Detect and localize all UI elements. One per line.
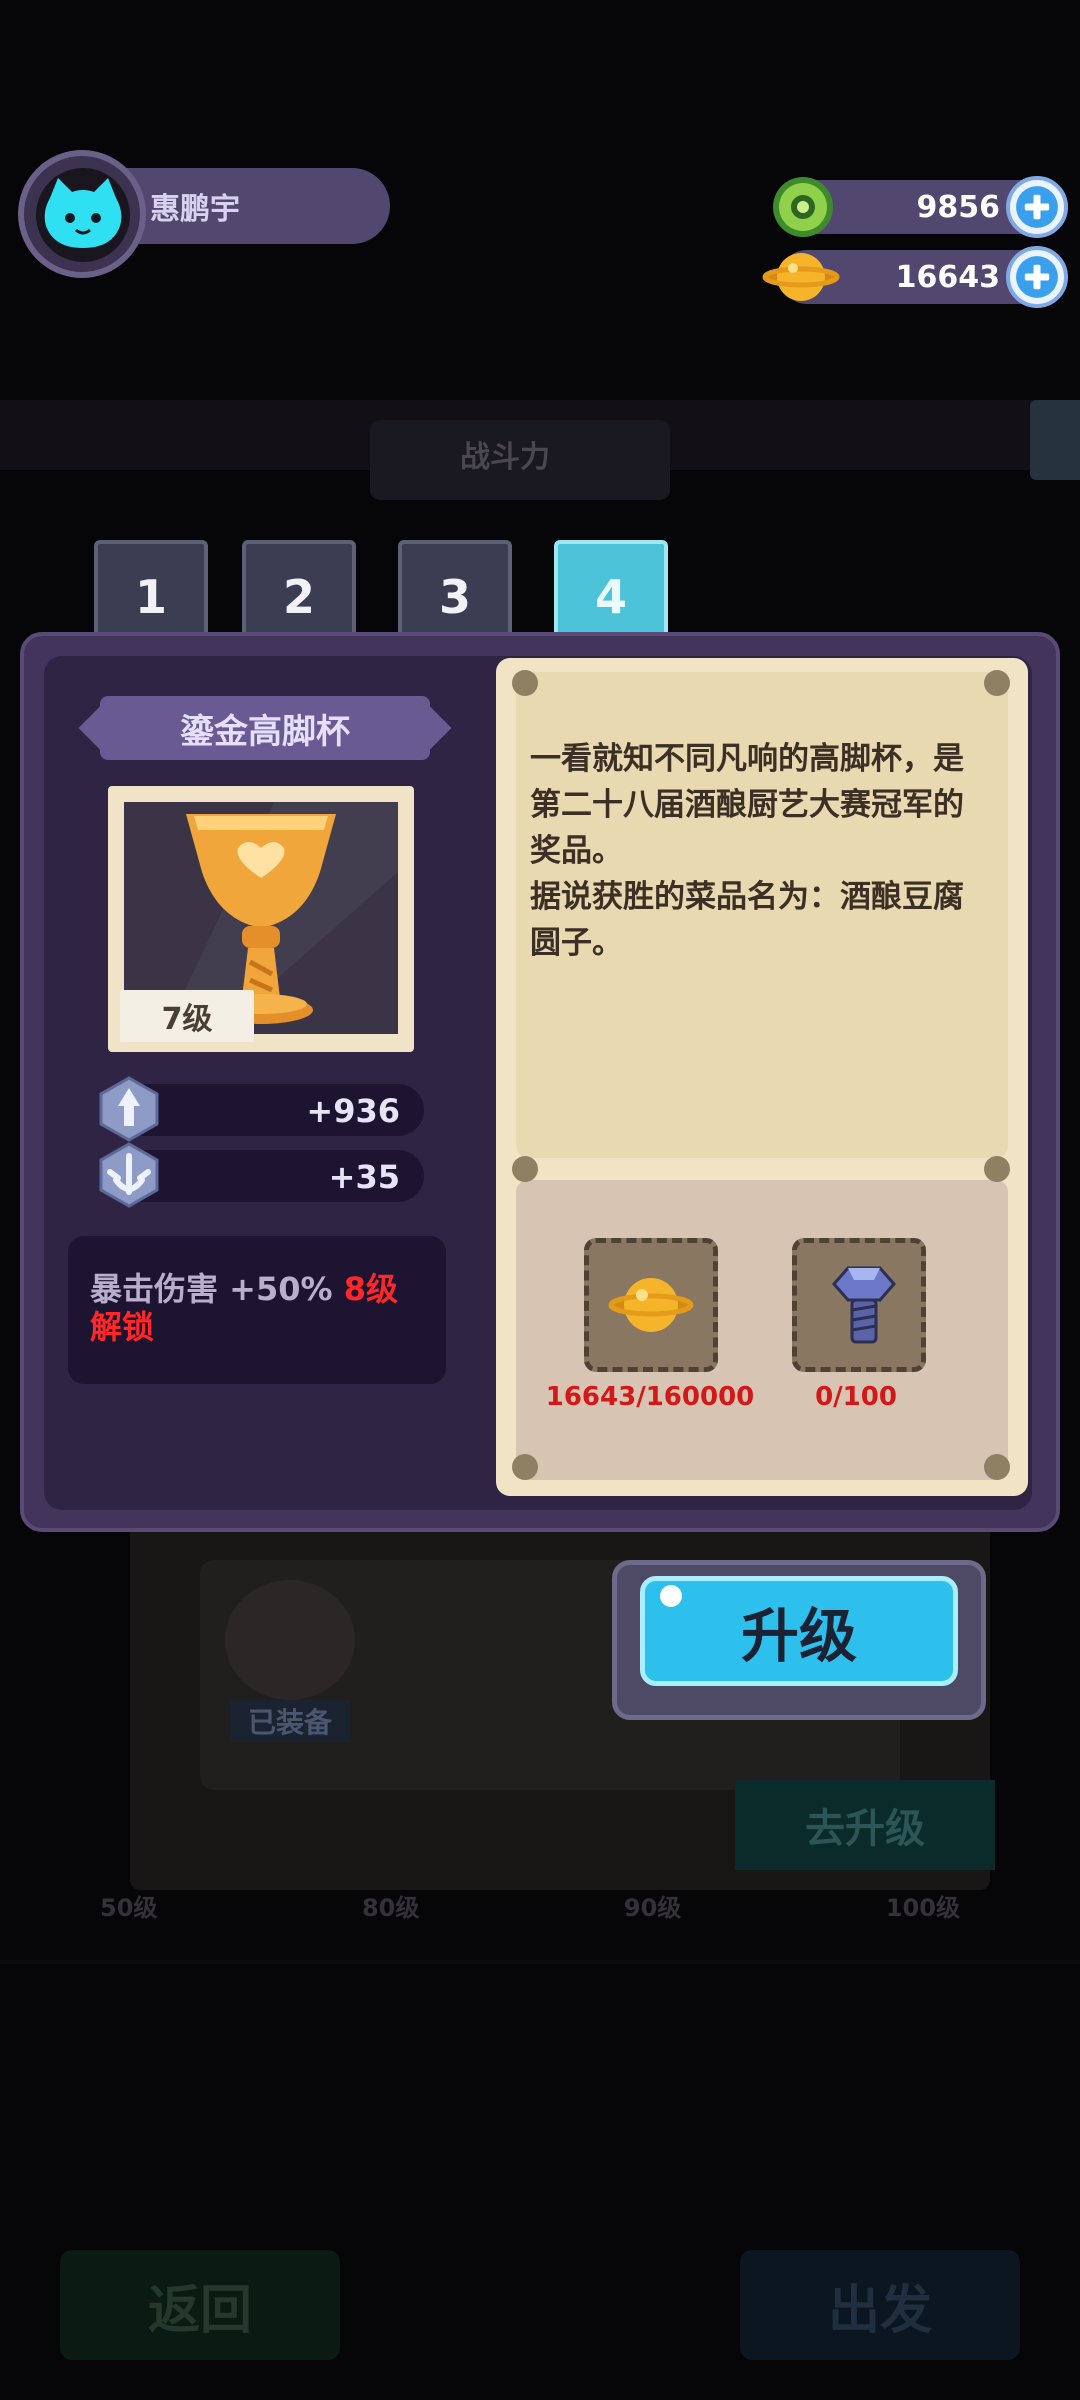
cat-avatar-icon bbox=[44, 178, 122, 248]
defense-stat-row: +35 bbox=[118, 1150, 424, 1202]
tab-4-label: 4 bbox=[594, 570, 627, 624]
defense-stat-value: +35 bbox=[328, 1158, 400, 1196]
pin-icon bbox=[512, 1454, 538, 1480]
tab-1-label: 1 bbox=[134, 570, 167, 624]
pin-icon bbox=[512, 670, 538, 696]
bg-level-marks: 50级 80级 90级 100级 bbox=[100, 1888, 960, 1923]
tab-4[interactable]: 4 bbox=[554, 540, 668, 640]
coin-currency-value: 16643 bbox=[895, 260, 1000, 295]
bg-level-mark: 90级 bbox=[623, 1894, 682, 1922]
attack-stat-row: +936 bbox=[118, 1084, 424, 1136]
game-screen: 战斗力 已装备 去升级 50级 80级 90级 100级 返回 出发 惠鹏宇 9… bbox=[0, 0, 1080, 2400]
bg-back-button: 返回 bbox=[60, 2250, 340, 2360]
pin-icon bbox=[984, 1454, 1010, 1480]
bg-side-button bbox=[1030, 400, 1080, 480]
attack-stat-value: +936 bbox=[306, 1092, 400, 1130]
bg-power-label: 战斗力 bbox=[460, 440, 550, 475]
bg-depart-button: 出发 bbox=[740, 2250, 1020, 2360]
green-gem-icon bbox=[773, 177, 833, 237]
upgrade-button[interactable]: 升级 bbox=[640, 1576, 958, 1686]
gold-coin-icon bbox=[608, 1278, 694, 1332]
pin-icon bbox=[512, 1156, 538, 1182]
defense-stat-icon bbox=[99, 1142, 159, 1208]
tab-1[interactable]: 1 bbox=[94, 540, 208, 640]
bolt-cost-label: 0/100 bbox=[815, 1382, 897, 1412]
upgrade-button-shine bbox=[660, 1585, 682, 1607]
pin-icon bbox=[984, 1156, 1010, 1182]
player-name: 惠鹏宇 bbox=[150, 192, 240, 227]
unlock-info-box: 暴击伤害 +50% 8级解锁 bbox=[68, 1236, 446, 1384]
bg-divider bbox=[0, 1960, 1080, 1964]
item-name-banner: 鎏金高脚杯 bbox=[100, 696, 430, 760]
item-level-tag: 7级 bbox=[120, 990, 254, 1042]
bg-character-portrait bbox=[225, 1580, 355, 1700]
attack-stat-icon bbox=[99, 1076, 159, 1142]
tab-3[interactable]: 3 bbox=[398, 540, 512, 640]
bg-go-upgrade-button: 去升级 bbox=[735, 1780, 995, 1870]
bg-level-mark: 50级 bbox=[100, 1894, 158, 1922]
unlock-bonus-text: 暴击伤害 +50% bbox=[90, 1270, 344, 1308]
add-gem-button[interactable] bbox=[1006, 176, 1068, 238]
bg-level-mark: 80级 bbox=[361, 1894, 420, 1922]
bg-equipped-label: 已装备 bbox=[230, 1700, 350, 1742]
gold-coin-icon bbox=[762, 253, 840, 301]
tab-3-label: 3 bbox=[438, 570, 471, 624]
pin-icon bbox=[984, 670, 1010, 696]
add-coin-button[interactable] bbox=[1006, 246, 1068, 308]
tab-2-label: 2 bbox=[282, 570, 315, 624]
bolt-icon bbox=[832, 1266, 896, 1344]
bg-level-mark: 100级 bbox=[885, 1894, 960, 1922]
coin-cost-label: 16643/160000 bbox=[545, 1382, 755, 1412]
gem-currency-value: 9856 bbox=[916, 190, 1001, 225]
tab-2[interactable]: 2 bbox=[242, 540, 356, 640]
item-description: 一看就知不同凡响的高脚杯，是第二十八届酒酿厨艺大赛冠军的奖品。 据说获胜的菜品名… bbox=[530, 741, 964, 961]
item-name: 鎏金高脚杯 bbox=[180, 711, 350, 752]
